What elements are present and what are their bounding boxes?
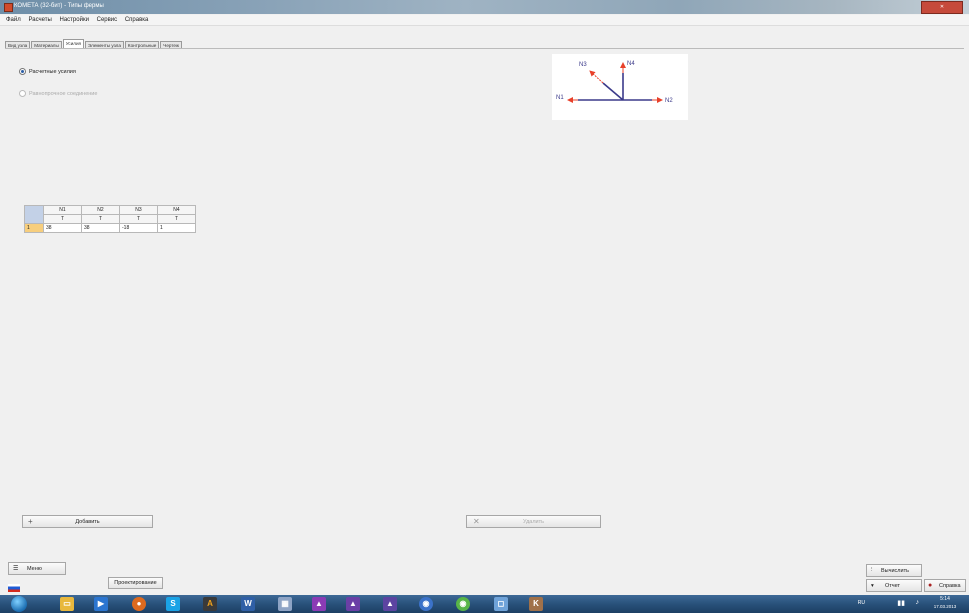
cell-n4[interactable]: 1 — [157, 223, 196, 233]
column-header-n3: N3 — [119, 205, 158, 215]
green-app-icon[interactable]: ◉ — [456, 597, 470, 611]
cell-n2[interactable]: 38 — [81, 223, 120, 233]
label-n4: N4 — [627, 61, 635, 67]
menu-icon: ☰ — [13, 566, 19, 572]
explorer-icon[interactable]: ▭ — [60, 597, 74, 611]
calculate-icon: ⫶ — [871, 567, 873, 573]
calculator-icon[interactable]: ▦ — [278, 597, 292, 611]
column-header-n4: N4 — [157, 205, 196, 215]
table-row: 1 38 38 -18 1 — [24, 223, 196, 233]
unit-n2: T — [81, 214, 120, 224]
chart-icon-2[interactable]: ▲ — [346, 597, 360, 611]
report-icon: ▾ — [871, 582, 874, 589]
help-icon: ● — [928, 582, 933, 589]
delete-button[interactable]: ✕ Удалить — [466, 515, 601, 528]
unit-n3: T — [119, 214, 158, 224]
radio-button-checked[interactable] — [19, 68, 26, 75]
cell-n1[interactable]: 38 — [43, 223, 82, 233]
radio-design-forces[interactable]: Расчетные усилия — [19, 68, 76, 75]
label-n1: N1 — [556, 95, 564, 101]
chart-icon-3[interactable]: ▲ — [383, 597, 397, 611]
delete-button-label: Удалить — [523, 518, 544, 525]
report-button[interactable]: ▾ Отчет — [866, 579, 922, 592]
label-n3: N3 — [579, 62, 587, 68]
row-number: 1 — [24, 223, 44, 233]
volume-icon[interactable]: ♪ — [916, 599, 920, 606]
report-button-label: Отчет — [885, 582, 901, 589]
design-button-label: Проектирование — [114, 580, 157, 586]
help-button[interactable]: ● Справка — [924, 579, 966, 592]
menu-button[interactable]: ☰ Меню — [8, 562, 66, 575]
forces-panel — [5, 48, 964, 549]
word-icon[interactable]: W — [241, 597, 255, 611]
menu-settings[interactable]: Настройки — [60, 15, 89, 25]
cell-n3[interactable]: -18 — [119, 223, 158, 233]
add-button-label: Добавить — [75, 518, 100, 525]
forces-table: N1 N2 N3 N4 T T T T 1 38 38 -18 1 — [24, 205, 196, 233]
radio-equal-strength[interactable]: Равнопрочное соединение — [19, 90, 97, 97]
table-header-row: N1 N2 N3 N4 — [24, 205, 196, 224]
language-indicator[interactable]: RU — [858, 600, 865, 606]
chart-icon[interactable]: ▲ — [312, 597, 326, 611]
arrow-n3 — [589, 70, 604, 84]
close-button[interactable]: ✕ — [921, 1, 963, 14]
kometa-icon[interactable]: K — [529, 597, 543, 611]
radio-label: Расчетные усилия — [29, 68, 76, 75]
table-corner — [24, 205, 44, 224]
clock-date[interactable]: 17.03.2013 — [928, 604, 962, 609]
menu-file[interactable]: Файл — [6, 15, 21, 25]
radio-label: Равнопрочное соединение — [29, 90, 98, 97]
diagonal-member — [602, 82, 624, 101]
design-button[interactable]: Проектирование — [108, 577, 163, 589]
window-title: КОМЕТА (32-бит) - Типы фермы — [14, 3, 104, 9]
title-bar: КОМЕТА (32-бит) - Типы фермы ✕ — [0, 0, 969, 14]
network-icon[interactable]: ▮▮ — [897, 599, 905, 607]
taskbar: ▭ ▶ ● S A W ▦ ▲ ▲ ▲ ◉ ◉ ◻ K RU ▮▮ ♪ 5:14… — [0, 595, 969, 613]
calculate-button[interactable]: ⫶ Вычислить — [866, 564, 922, 577]
node-diagram: N1 N2 N3 N4 — [552, 54, 688, 120]
menu-bar: Файл Расчеты Настройки Сервис Справка — [0, 15, 969, 26]
media-player-icon[interactable]: ▶ — [94, 597, 108, 611]
illustrator-icon[interactable]: A — [203, 597, 217, 611]
menu-button-label: Меню — [27, 565, 42, 572]
label-n2: N2 — [665, 98, 673, 104]
menu-calculations[interactable]: Расчеты — [28, 15, 51, 25]
chrome-icon[interactable]: ◉ — [419, 597, 433, 611]
clock-time[interactable]: 5:14 — [928, 596, 962, 602]
language-flag-icon — [8, 584, 20, 592]
menu-help[interactable]: Справка — [125, 15, 149, 25]
radio-button[interactable] — [19, 90, 26, 97]
app-icon — [4, 3, 13, 12]
unit-n1: T — [43, 214, 82, 224]
start-button[interactable] — [8, 595, 30, 613]
help-button-label: Справка — [939, 582, 961, 589]
square-icon[interactable]: ◻ — [494, 597, 508, 611]
calculate-button-label: Вычислить — [881, 567, 909, 574]
skype-icon[interactable]: S — [166, 597, 180, 611]
add-button[interactable]: + Добавить — [22, 515, 153, 528]
column-header-n2: N2 — [81, 205, 120, 215]
unit-n4: T — [157, 214, 196, 224]
menu-service[interactable]: Сервис — [97, 15, 118, 25]
firefox-icon[interactable]: ● — [132, 597, 146, 611]
table-units-row: T T T T — [25, 214, 196, 224]
windows-orb-icon — [11, 596, 27, 612]
column-header-n1: N1 — [43, 205, 82, 215]
